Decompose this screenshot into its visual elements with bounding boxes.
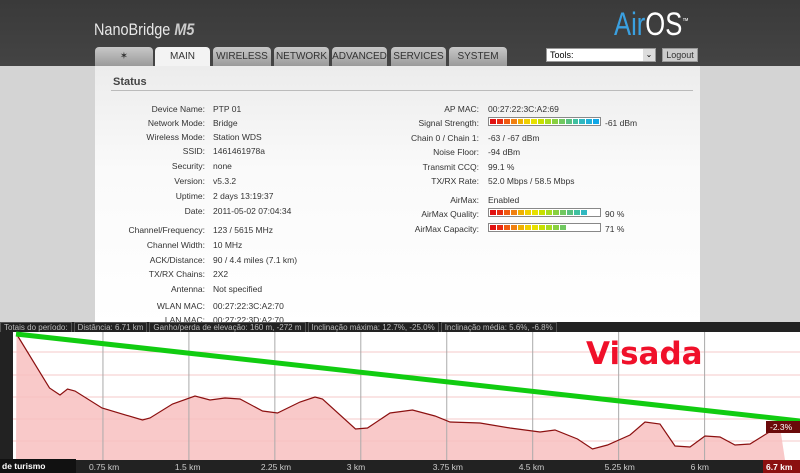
x-tick-label: 1.5 km — [175, 462, 201, 472]
x-tick-label: 3.75 km — [433, 462, 463, 472]
x-tick-label: 4.5 km — [519, 462, 545, 472]
x-tick-label: 0.75 km — [89, 462, 119, 472]
x-tick-label: 5.25 km — [605, 462, 635, 472]
profile-plot: de turismo 0.75 km 1.5 km 2.25 km 3 km 3.75 k… — [0, 331, 800, 473]
end-grade-label: -2.3% — [770, 422, 793, 432]
corner-label: de turismo — [2, 461, 45, 471]
x-tick-label: 6 km — [691, 462, 709, 472]
x-tick-label: 3 km — [347, 462, 365, 472]
x-tick-label: 2.25 km — [261, 462, 291, 472]
annotation-visada: Visada — [586, 336, 703, 372]
x-end-label: 6.7 km — [766, 462, 793, 472]
x-axis-bar — [0, 460, 800, 473]
